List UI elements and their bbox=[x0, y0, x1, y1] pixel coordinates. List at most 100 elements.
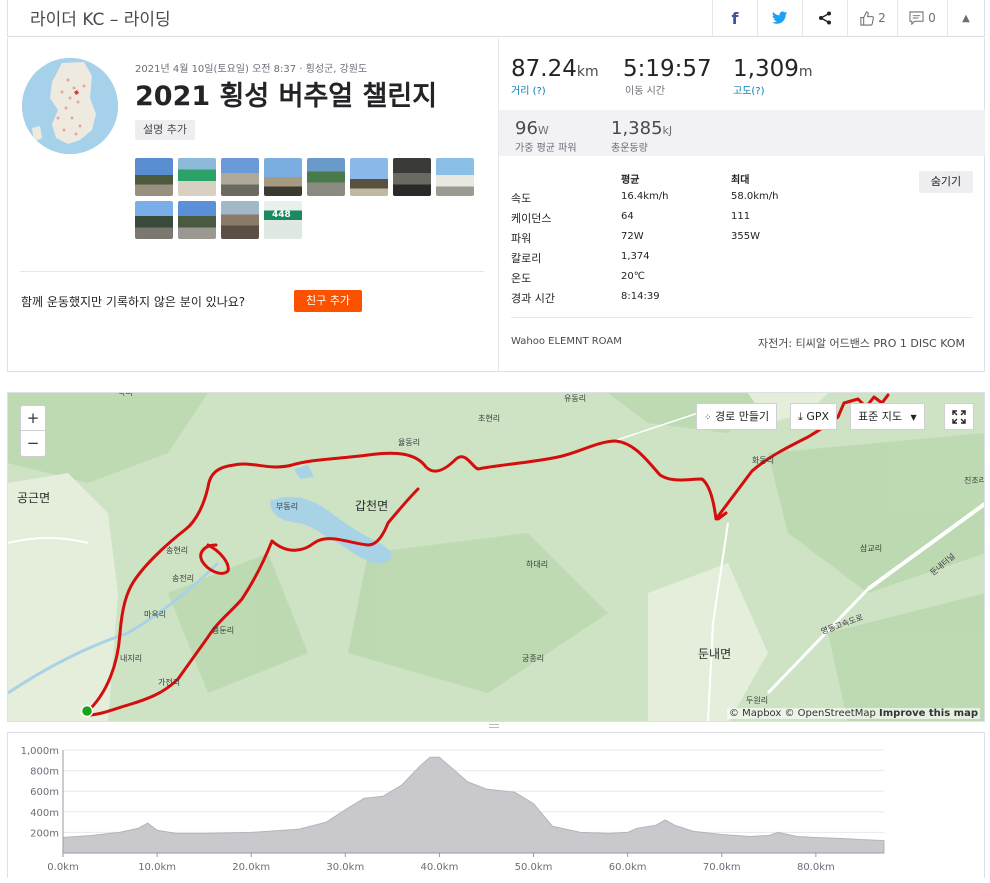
map-label: 북리 bbox=[118, 392, 133, 397]
map-label: 유동리 bbox=[564, 394, 587, 403]
map-resize-handle[interactable] bbox=[489, 724, 499, 728]
caret-down-icon: ▼ bbox=[910, 413, 917, 422]
facebook-icon: f bbox=[731, 8, 739, 28]
facebook-share-button[interactable]: f bbox=[712, 0, 757, 36]
temperature-avg: 20℃ bbox=[621, 271, 645, 282]
route-thumbnail[interactable] bbox=[22, 58, 118, 154]
activity-info: 2021년 4월 10일(토요일) 오전 8:37 · 횡성군, 강원도 202… bbox=[8, 38, 498, 371]
distance-label[interactable]: 거리 (?) bbox=[511, 82, 599, 97]
add-description-button[interactable]: 설명 추가 bbox=[135, 120, 195, 140]
map-attribution[interactable]: © Mapbox © OpenStreetMap Improve this ma… bbox=[726, 708, 980, 719]
fullscreen-button[interactable] bbox=[944, 403, 974, 430]
photo-thumbnail[interactable] bbox=[135, 201, 173, 239]
power-max: 355W bbox=[731, 231, 760, 242]
photo-thumbnail[interactable] bbox=[135, 158, 173, 196]
total-work-label: 총운동량 bbox=[611, 143, 648, 154]
map-canvas bbox=[8, 393, 984, 721]
x-tick-label: 40.0km bbox=[421, 862, 459, 873]
add-friends-button[interactable]: 친구 추가 bbox=[294, 290, 362, 312]
zoom-control: + − bbox=[20, 405, 46, 457]
map-label: 하대리 bbox=[526, 560, 549, 569]
map-label: 내지리 bbox=[120, 654, 143, 663]
total-work-unit: kJ bbox=[662, 124, 673, 137]
download-icon: ⤓ bbox=[798, 410, 803, 423]
x-tick-label: 60.0km bbox=[609, 862, 647, 873]
elevation-area bbox=[62, 756, 885, 854]
moving-time-value: 5:19:57 bbox=[623, 56, 712, 82]
zoom-in-button[interactable]: + bbox=[21, 406, 45, 431]
row-label-speed: 속도 bbox=[511, 192, 532, 205]
map-label-gonggeun: 공근면 bbox=[17, 491, 51, 505]
activity-stats: 87.24km 거리 (?) 5:19:57 이동 시간 1,309m 고도(?… bbox=[498, 38, 985, 371]
row-label-calories: 칼로리 bbox=[511, 252, 542, 265]
photo-thumbnail[interactable] bbox=[221, 158, 259, 196]
map-type-select[interactable]: 표준 지도 ▼ bbox=[850, 403, 925, 430]
twitter-icon bbox=[772, 11, 788, 24]
y-tick-label: 600m bbox=[30, 787, 59, 798]
route-map[interactable]: 공근면 갑천면 둔내면 유동리 초현리 율동리 부동리 송현리 송전리 마옥리 … bbox=[7, 392, 985, 722]
stat-elevation: 1,309m 고도(?) bbox=[733, 56, 813, 97]
stat-moving-time: 5:19:57 이동 시간 bbox=[623, 56, 712, 97]
cadence-avg: 64 bbox=[621, 211, 634, 222]
bike-name[interactable]: 자전거: 티씨알 어드밴스 PRO 1 DISC KOM bbox=[758, 335, 965, 351]
twitter-share-button[interactable] bbox=[757, 0, 802, 36]
divider bbox=[511, 317, 973, 318]
friends-prompt: 함께 운동했지만 기록하지 않은 분이 있나요? bbox=[21, 295, 246, 309]
map-label: 진조리 bbox=[964, 476, 985, 485]
moving-time-label: 이동 시간 bbox=[625, 86, 665, 97]
route-builder-button[interactable]: ⁘ 경로 만들기 bbox=[696, 403, 778, 430]
row-label-temperature: 온도 bbox=[511, 272, 532, 285]
photo-thumbnail[interactable] bbox=[178, 158, 216, 196]
column-header-max: 최대 bbox=[731, 175, 750, 186]
weighted-power-unit: W bbox=[537, 124, 549, 137]
activity-date-location: 2021년 4월 10일(토요일) 오전 8:37 · 횡성군, 강원도 bbox=[135, 64, 368, 75]
photo-thumbnail[interactable] bbox=[264, 158, 302, 196]
x-tick-label: 30.0km bbox=[326, 862, 364, 873]
gpx-label: GPX bbox=[806, 410, 830, 423]
stat-total-work: 1,385kJ 총운동량 bbox=[611, 118, 672, 154]
map-type-label: 표준 지도 bbox=[858, 410, 902, 423]
photo-thumbnail[interactable] bbox=[350, 158, 388, 196]
hide-details-button[interactable]: 숨기기 bbox=[919, 171, 973, 193]
power-avg: 72W bbox=[621, 231, 644, 242]
x-tick-label: 70.0km bbox=[703, 862, 741, 873]
photo-thumbnail[interactable] bbox=[307, 158, 345, 196]
row-label-elapsed: 경과 시간 bbox=[511, 292, 555, 305]
device-name: Wahoo ELEMNT ROAM bbox=[511, 336, 622, 347]
collapse-button[interactable]: ▲ bbox=[947, 0, 984, 36]
kudos-count: 2 bbox=[878, 11, 886, 25]
share-button[interactable] bbox=[802, 0, 847, 36]
stat-distance: 87.24km 거리 (?) bbox=[511, 56, 599, 97]
y-tick-label: 400m bbox=[30, 808, 59, 819]
activity-title[interactable]: 2021 횡성 버추얼 챌린지 bbox=[135, 74, 437, 113]
map-label-dunnae: 둔내면 bbox=[698, 647, 732, 661]
photo-thumbnail[interactable] bbox=[178, 201, 216, 239]
page-title: 라이더 KC – 라이딩 bbox=[30, 10, 171, 30]
photo-thumbnail[interactable] bbox=[393, 158, 431, 196]
header-actions: f 2 0 ▲ bbox=[712, 0, 984, 36]
improve-map-link[interactable]: Improve this map bbox=[879, 708, 978, 719]
x-tick-label: 50.0km bbox=[515, 862, 553, 873]
photo-thumbnail[interactable] bbox=[221, 201, 259, 239]
photo-thumbnail[interactable] bbox=[436, 158, 474, 196]
zoom-out-button[interactable]: − bbox=[21, 431, 45, 456]
attribution-text[interactable]: © Mapbox © OpenStreetMap bbox=[729, 708, 876, 719]
elevation-value: 1,309 bbox=[733, 56, 799, 82]
x-tick-label: 0.0km bbox=[47, 862, 78, 873]
elevation-profile[interactable]: 200m 400m 600m 800m 1,000m 0.0km 10.0km 20.0km 3… bbox=[7, 732, 985, 878]
column-header-avg: 평균 bbox=[621, 175, 640, 186]
kudos-button[interactable]: 2 bbox=[847, 0, 897, 36]
comments-button[interactable]: 0 bbox=[897, 0, 947, 36]
gpx-download-button[interactable]: ⤓ GPX bbox=[790, 403, 838, 430]
speed-avg: 16.4km/h bbox=[621, 191, 669, 202]
activity-summary: 2021년 4월 10일(토요일) 오전 8:37 · 횡성군, 강원도 202… bbox=[7, 38, 985, 372]
map-label: 가전리 bbox=[158, 678, 181, 687]
y-tick-label: 800m bbox=[30, 767, 59, 778]
elevation-label[interactable]: 고도(?) bbox=[733, 82, 813, 97]
photo-sign-number: 448 bbox=[272, 210, 291, 220]
map-label: 화동리 bbox=[752, 456, 775, 465]
photo-thumbnail[interactable]: 448 bbox=[264, 201, 302, 239]
map-label: 마옥리 bbox=[144, 610, 167, 619]
cadence-max: 111 bbox=[731, 211, 751, 222]
map-label: 초현리 bbox=[478, 414, 501, 423]
